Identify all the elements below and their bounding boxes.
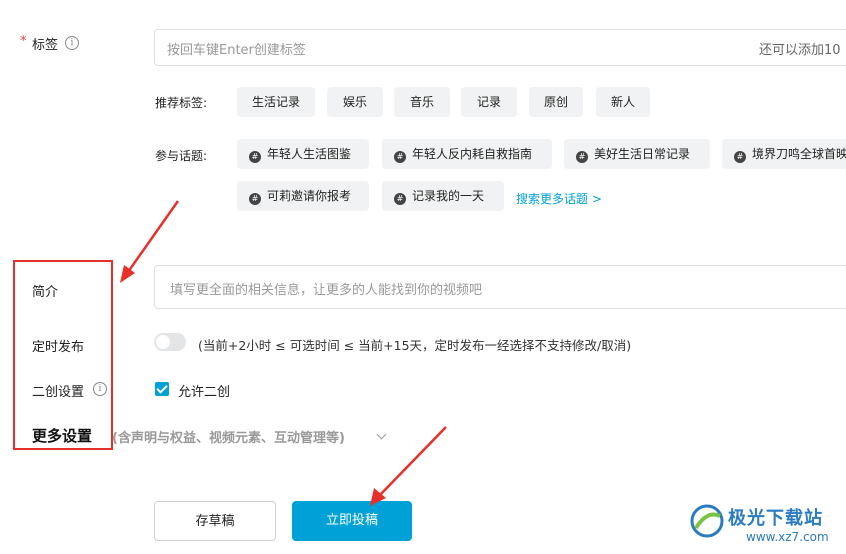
- annotation-arrow-1: [126, 200, 180, 273]
- annotation-arrows: [120, 200, 447, 506]
- watermark-logo-icon: [690, 504, 724, 538]
- watermark-url: www.xz7.com: [746, 530, 829, 544]
- watermark-name: 极光下载站: [728, 508, 823, 529]
- arrow-head-icon: [120, 265, 135, 283]
- watermark: 极光下载站 www.xz7.com: [686, 500, 846, 552]
- annotation-arrow-2: [377, 426, 447, 498]
